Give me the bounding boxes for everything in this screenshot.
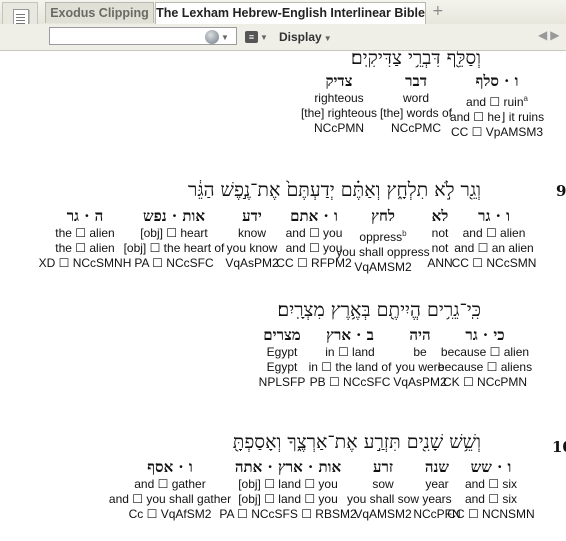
- verse-number[interactable]: 10: [552, 438, 566, 456]
- hebrew-verse-text[interactable]: וְסַלֵּ֖ף דִּבְרֵ֥י צַדִּיקִֽים׃: [351, 51, 481, 70]
- interlinear-content: וְסַלֵּ֖ף דִּבְרֵ֥י צַדִּיקִֽים׃ ו · סלף a…: [0, 51, 566, 541]
- interlinear-word[interactable]: ה · גר the ☐ alien the ☐ alien XD ☐ NCcSMNH: [15, 206, 155, 271]
- chevron-down-icon: ▼: [221, 33, 229, 42]
- contextual-gloss: Egypt: [266, 360, 298, 374]
- lemma: ה · גר: [66, 207, 104, 225]
- tab-lexham-interlinear[interactable]: The Lexham Hebrew-English Interlinear Bi…: [155, 2, 426, 24]
- arrow-right-icon[interactable]: ▶: [550, 28, 562, 42]
- interlinear-word[interactable]: ו · אסף and ☐ gather and ☐ you shall gathe…: [100, 457, 240, 522]
- nav-arrows[interactable]: ◀▶: [538, 28, 562, 42]
- chevron-down-icon: ▼: [260, 33, 268, 42]
- contextual-gloss: and ☐ you shall gather: [108, 492, 232, 506]
- chevron-down-icon: ▼: [323, 34, 332, 43]
- lexical-gloss: Egypt: [266, 345, 298, 359]
- hebrew-verse-text[interactable]: כִּֽי־גֵרִ֥ים הֱיִיתֶ֖ם בְּאֶ֥רֶץ מִצְרָ…: [277, 299, 481, 322]
- morphology: NCcPMN: [314, 121, 364, 135]
- footnote-marker[interactable]: a: [524, 94, 528, 103]
- display-menu-button[interactable]: Display ▼: [279, 28, 339, 46]
- toolbar: ▼ ≡ ▼ Display ▼ ◀▶: [40, 24, 566, 51]
- morphology: NPLSFP: [258, 375, 306, 389]
- arrow-left-icon[interactable]: ◀: [538, 28, 550, 42]
- resource-button[interactable]: ▼: [205, 28, 235, 46]
- contextual-gloss: the ☐ alien: [55, 241, 115, 255]
- morphology: Cc ☐ VqAfSM2: [128, 507, 212, 521]
- add-tab-button[interactable]: +: [432, 3, 444, 19]
- display-label: Display: [279, 30, 322, 44]
- tab-bar: ▼ Exodus Clipping The Lexham Hebrew-Engl…: [0, 0, 566, 48]
- interlinear-word[interactable]: צדיק righteous [the] righteous NCcPMN: [269, 71, 409, 136]
- filter-icon: ≡: [245, 31, 258, 44]
- hebrew-verse-text[interactable]: וְשֵׁ֥שׁ שָׁנִ֖ים תִּזְרַ֣ע אֶת־אַרְצֶ֑ך…: [233, 431, 481, 454]
- lemma: ו · אסף: [147, 458, 193, 476]
- toolbar-left: [0, 24, 40, 51]
- lexical-gloss: and ☐ gather: [134, 477, 206, 491]
- lemma: צדיק: [325, 72, 353, 90]
- tab-exodus-clipping[interactable]: Exodus Clipping: [45, 2, 154, 23]
- lexical-gloss: righteous: [314, 91, 364, 105]
- footnote-marker[interactable]: b: [402, 229, 406, 238]
- lexical-gloss: the ☐ alien: [55, 226, 115, 240]
- globe-icon: [205, 30, 219, 45]
- hebrew-verse-text[interactable]: וְגֵ֖ר לֹ֣א תִלְחָ֑ץ וְאַתֶּ֗ם יְדַעְתֶּ…: [188, 179, 481, 202]
- lemma: מצרים: [263, 326, 301, 344]
- morphology: XD ☐ NCcSMNH: [38, 256, 132, 270]
- visual-filter-button[interactable]: ≡ ▼: [245, 28, 273, 46]
- contextual-gloss: [the] righteous: [300, 106, 378, 120]
- interlinear-word[interactable]: מצרים Egypt Egypt NPLSFP: [212, 325, 352, 390]
- verse-number[interactable]: 9: [556, 182, 566, 200]
